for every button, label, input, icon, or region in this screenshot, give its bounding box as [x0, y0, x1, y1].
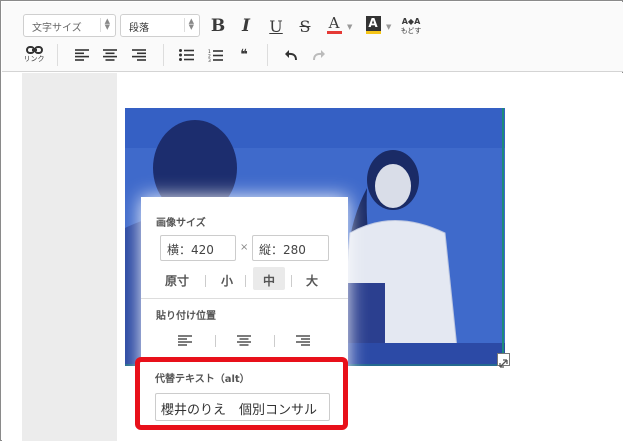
- ruby-icon: A◆A: [401, 16, 421, 26]
- alt-text-input[interactable]: 櫻井のりえ 個別コンサル: [155, 393, 330, 421]
- font-size-select-label: 文字サイズ: [32, 23, 82, 34]
- toolbar-divider: [163, 44, 164, 66]
- alt-text-title: 代替テキスト（alt）: [155, 374, 250, 385]
- blockquote-button[interactable]: ❛❛: [233, 46, 253, 64]
- bg-color-dropdown-icon[interactable]: ▼: [386, 23, 391, 31]
- size-option-original[interactable]: 原寸: [165, 272, 189, 289]
- undo-button[interactable]: [282, 46, 300, 64]
- ruby-label: もどす: [400, 26, 422, 35]
- numbered-list-button[interactable]: 123: [205, 46, 225, 64]
- alt-text-highlight: 代替テキスト（alt） 櫻井のりえ 個別コンサル: [135, 357, 348, 430]
- size-divider: [205, 275, 206, 287]
- toolbar-divider: [57, 44, 58, 66]
- size-divider: [291, 275, 292, 287]
- bold-button[interactable]: B: [208, 15, 228, 37]
- position-left-button[interactable]: [176, 333, 194, 347]
- quote-icon: ❛❛: [240, 47, 248, 63]
- toolbar-divider: [267, 44, 268, 66]
- bg-color-icon: A: [365, 16, 381, 31]
- bullet-list-icon: [178, 49, 194, 61]
- align-left-button[interactable]: [72, 46, 92, 64]
- italic-icon: I: [242, 16, 250, 36]
- underline-icon: U: [269, 16, 283, 36]
- paste-position-title: 貼り付け位置: [156, 311, 216, 322]
- bg-color-swatch: [365, 31, 381, 34]
- image-size-title: 画像サイズ: [156, 218, 206, 229]
- link-button[interactable]: リンク: [23, 45, 45, 65]
- position-right-button[interactable]: [294, 333, 312, 347]
- position-center-button[interactable]: [235, 333, 253, 347]
- size-option-medium[interactable]: 中: [263, 272, 275, 289]
- text-color-icon: A: [328, 14, 340, 32]
- editor-gutter: [22, 73, 117, 441]
- select-arrows-icon: ▲ ▼: [184, 18, 194, 32]
- undo-icon: [285, 50, 297, 61]
- size-option-large[interactable]: 大: [306, 272, 318, 289]
- align-left-icon: [75, 49, 89, 61]
- select-arrows-icon: ▲ ▼: [100, 18, 110, 32]
- popup-divider: [141, 298, 348, 299]
- redo-button[interactable]: [310, 46, 328, 64]
- align-center-button[interactable]: [100, 46, 120, 64]
- align-right-icon: [132, 49, 146, 61]
- link-icon: [25, 46, 43, 54]
- numbered-list-icon: 123: [208, 49, 223, 62]
- text-color-dropdown-icon[interactable]: ▼: [347, 23, 352, 31]
- image-width-input[interactable]: 横：420: [160, 235, 236, 261]
- align-right-icon: [296, 334, 310, 346]
- underline-button[interactable]: U: [266, 15, 286, 37]
- editor-window: 文字サイズ ▲ ▼ 段落 ▲ ▼ B I U S A ▼ A ▼ A◆A もどす リ…: [0, 0, 623, 441]
- align-center-icon: [103, 49, 117, 61]
- position-divider: [215, 335, 216, 347]
- strikethrough-icon: S: [299, 16, 311, 36]
- bg-color-button[interactable]: A: [363, 14, 383, 36]
- ruby-button[interactable]: A◆A もどす: [398, 15, 424, 37]
- text-color-swatch: [326, 31, 342, 34]
- align-center-icon: [237, 334, 251, 346]
- resize-handle[interactable]: [497, 353, 510, 368]
- position-divider: [274, 335, 275, 347]
- align-right-button[interactable]: [129, 46, 149, 64]
- text-color-button[interactable]: A: [324, 14, 344, 36]
- font-size-select[interactable]: 文字サイズ ▲ ▼: [23, 14, 116, 37]
- svg-text:3: 3: [208, 58, 211, 62]
- editor-toolbar: 文字サイズ ▲ ▼ 段落 ▲ ▼ B I U S A ▼ A ▼ A◆A もどす リ…: [2, 2, 623, 72]
- image-height-input[interactable]: 縦：280: [252, 235, 329, 261]
- italic-button[interactable]: I: [237, 15, 255, 37]
- paragraph-select-label: 段落: [129, 23, 149, 34]
- align-left-icon: [178, 334, 192, 346]
- redo-icon: [313, 50, 325, 61]
- times-sign: ×: [240, 242, 249, 253]
- size-option-small[interactable]: 小: [221, 272, 233, 289]
- resize-arrow-icon: [499, 359, 508, 368]
- paragraph-select[interactable]: 段落 ▲ ▼: [120, 14, 200, 37]
- strikethrough-button[interactable]: S: [295, 15, 315, 37]
- bullet-list-button[interactable]: [176, 46, 196, 64]
- size-divider: [245, 275, 246, 287]
- link-label: リンク: [23, 55, 45, 63]
- bold-icon: B: [210, 16, 226, 36]
